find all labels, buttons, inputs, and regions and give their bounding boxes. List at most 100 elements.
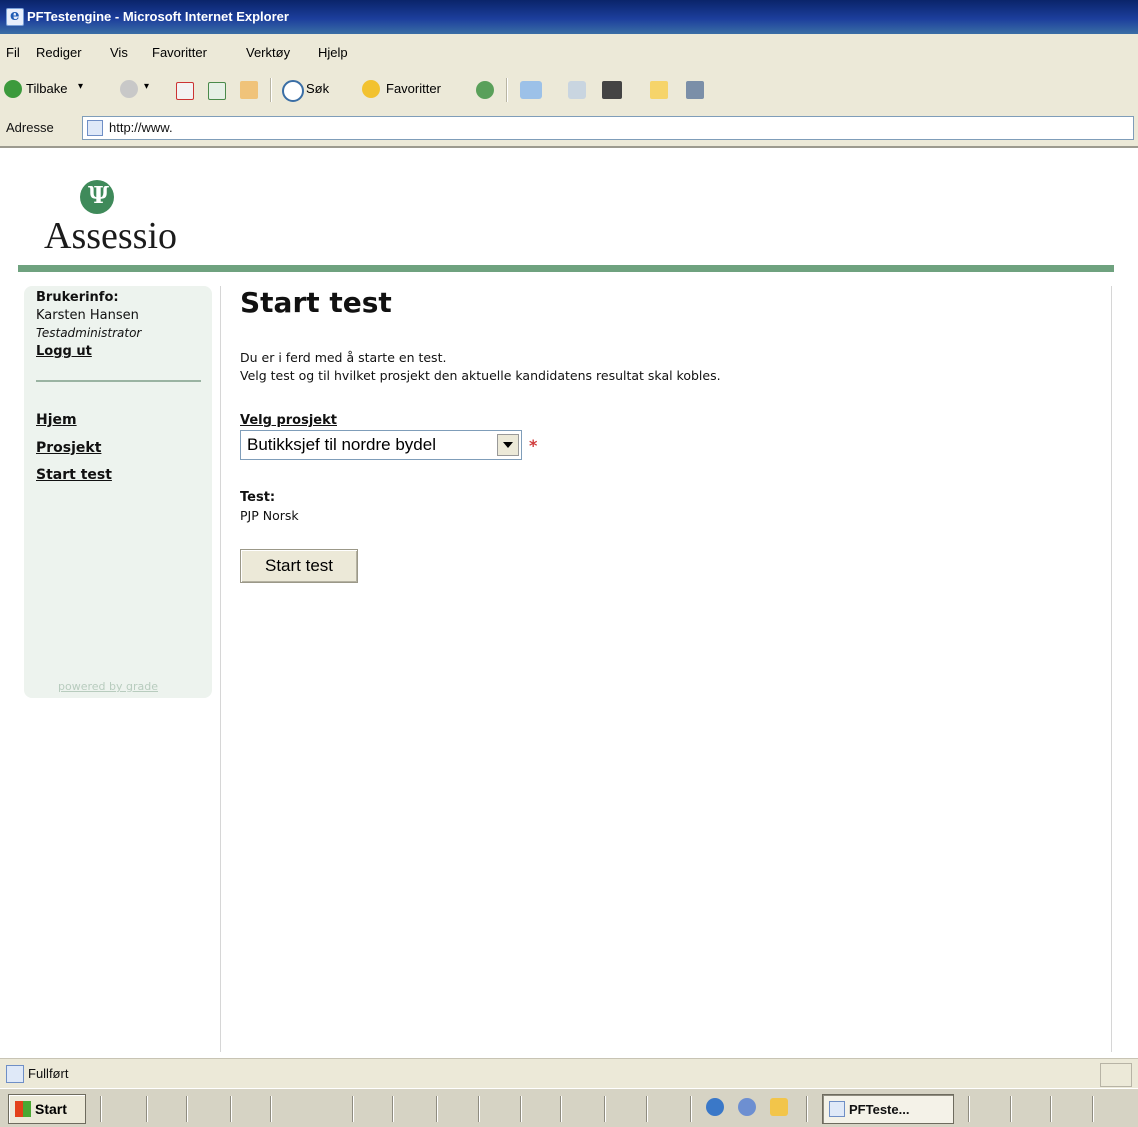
- user-name: Karsten Hansen: [36, 308, 139, 323]
- content-divider: [220, 286, 221, 1052]
- taskbar-separator: [520, 1096, 522, 1122]
- test-value: PJP Norsk: [240, 508, 299, 523]
- menu-bar: Fil Rediger Vis Favoritter Verktøy Hjelp: [0, 34, 1138, 71]
- address-input[interactable]: http://www.: [82, 116, 1134, 140]
- toolbar-separator: [270, 78, 272, 102]
- menu-favoritter[interactable]: Favoritter: [152, 45, 207, 60]
- address-url: http://www.: [109, 120, 173, 135]
- windows-logo-icon: [15, 1101, 31, 1117]
- project-select-value: Butikksjef til nordre bydel: [247, 435, 436, 454]
- taskbar-separator: [146, 1096, 148, 1122]
- page-status-icon: [6, 1065, 24, 1083]
- back-dropdown-icon[interactable]: ▾: [78, 81, 83, 92]
- taskbar-separator: [968, 1096, 970, 1122]
- assessio-logo: Ψ Assessio: [44, 170, 214, 260]
- nav-start-test[interactable]: Start test: [36, 467, 112, 483]
- required-marker: *: [529, 436, 538, 455]
- taskbar-separator: [646, 1096, 648, 1122]
- intro-text-1: Du er i ferd med å starte en test.: [240, 350, 447, 365]
- address-label: Adresse: [6, 120, 54, 135]
- sidebar-divider: [36, 380, 201, 382]
- refresh-icon[interactable]: [208, 82, 226, 100]
- chevron-down-icon[interactable]: [497, 434, 519, 456]
- userinfo-label: Brukerinfo:: [36, 290, 119, 305]
- user-role: Testadministrator: [36, 326, 142, 340]
- print-icon[interactable]: [568, 81, 586, 99]
- star-icon: [362, 80, 380, 98]
- powered-by-link[interactable]: powered by grade: [58, 680, 158, 693]
- status-text: Fullført: [28, 1066, 69, 1081]
- page-title: Start test: [240, 286, 392, 319]
- search-button[interactable]: Søk: [282, 78, 352, 102]
- taskbar-separator: [352, 1096, 354, 1122]
- page-icon: [87, 120, 103, 136]
- home-icon[interactable]: [240, 81, 258, 99]
- discuss-icon[interactable]: [650, 81, 668, 99]
- taskbar-separator: [1010, 1096, 1012, 1122]
- favorites-label: Favoritter: [386, 81, 441, 96]
- taskbar-separator: [436, 1096, 438, 1122]
- back-label: Tilbake: [26, 81, 68, 96]
- search-label: Søk: [306, 81, 330, 96]
- header-divider: [18, 265, 1114, 272]
- window-titlebar[interactable]: PFTestengine - Microsoft Internet Explor…: [0, 0, 1138, 34]
- messenger-icon[interactable]: [686, 81, 704, 99]
- history-icon[interactable]: [476, 81, 494, 99]
- taskbar-separator: [560, 1096, 562, 1122]
- back-arrow-icon: [4, 80, 22, 98]
- window-title: PFTestengine - Microsoft Internet Explor…: [27, 9, 289, 24]
- nav-hjem[interactable]: Hjem: [36, 412, 77, 428]
- status-bar: Fullført: [0, 1058, 1138, 1089]
- taskbar-separator: [270, 1096, 272, 1122]
- test-label: Test:: [240, 490, 276, 505]
- menu-fil[interactable]: Fil: [6, 45, 20, 60]
- menu-rediger[interactable]: Rediger: [36, 45, 82, 60]
- taskbar-separator: [1092, 1096, 1094, 1122]
- taskbar-separator: [230, 1096, 232, 1122]
- edit-icon[interactable]: [602, 81, 622, 99]
- taskbar-window-label: PFTeste...: [849, 1102, 910, 1117]
- taskbar-separator: [806, 1096, 808, 1122]
- taskbar-separator: [100, 1096, 102, 1122]
- nav-prosjekt[interactable]: Prosjekt: [36, 440, 101, 456]
- project-select[interactable]: Butikksjef til nordre bydel: [240, 430, 522, 460]
- taskbar-separator: [478, 1096, 480, 1122]
- taskbar-separator: [690, 1096, 692, 1122]
- start-button[interactable]: Start: [8, 1094, 86, 1124]
- toolbar: Tilbake ▾ ▾ Søk Favoritter: [0, 70, 1138, 111]
- taskbar-separator: [392, 1096, 394, 1122]
- start-test-button[interactable]: Start test: [240, 549, 358, 583]
- sidebar: Brukerinfo: Karsten Hansen Testadministr…: [24, 286, 212, 698]
- taskbar: Start PFTeste...: [0, 1088, 1138, 1127]
- search-icon: [282, 80, 304, 102]
- intro-text-2: Velg test og til hvilket prosjekt den ak…: [240, 368, 721, 383]
- menu-hjelp[interactable]: Hjelp: [318, 45, 348, 60]
- taskbar-window-ie[interactable]: PFTeste...: [822, 1094, 954, 1124]
- mail-icon[interactable]: [520, 81, 542, 99]
- address-bar: Adresse http://www.: [0, 110, 1138, 148]
- taskbar-separator: [186, 1096, 188, 1122]
- outlook-quicklaunch-icon[interactable]: [738, 1098, 756, 1116]
- forward-button[interactable]: ▾: [120, 78, 160, 100]
- menu-verktoy[interactable]: Verktøy: [246, 45, 290, 60]
- taskbar-separator: [1050, 1096, 1052, 1122]
- content-right-border: [1111, 286, 1112, 1052]
- toolbar-separator: [506, 78, 508, 102]
- menu-vis[interactable]: Vis: [110, 45, 128, 60]
- favorites-button[interactable]: Favoritter: [362, 78, 472, 100]
- status-pane: [1100, 1063, 1132, 1087]
- taskbar-separator: [604, 1096, 606, 1122]
- start-label: Start: [35, 1101, 67, 1117]
- ie-icon: [6, 6, 24, 26]
- logo-wordmark: Assessio: [44, 215, 178, 257]
- psi-icon: Ψ: [80, 180, 114, 214]
- stop-icon[interactable]: [176, 82, 194, 100]
- ie-icon: [829, 1101, 845, 1117]
- folder-quicklaunch-icon[interactable]: [770, 1098, 788, 1116]
- forward-arrow-icon: [120, 80, 138, 98]
- project-label: Velg prosjekt: [240, 413, 337, 428]
- forward-dropdown-icon[interactable]: ▾: [144, 81, 149, 92]
- ie-quicklaunch-icon[interactable]: [706, 1098, 724, 1116]
- logout-link[interactable]: Logg ut: [36, 344, 92, 359]
- back-button[interactable]: Tilbake ▾: [4, 78, 90, 100]
